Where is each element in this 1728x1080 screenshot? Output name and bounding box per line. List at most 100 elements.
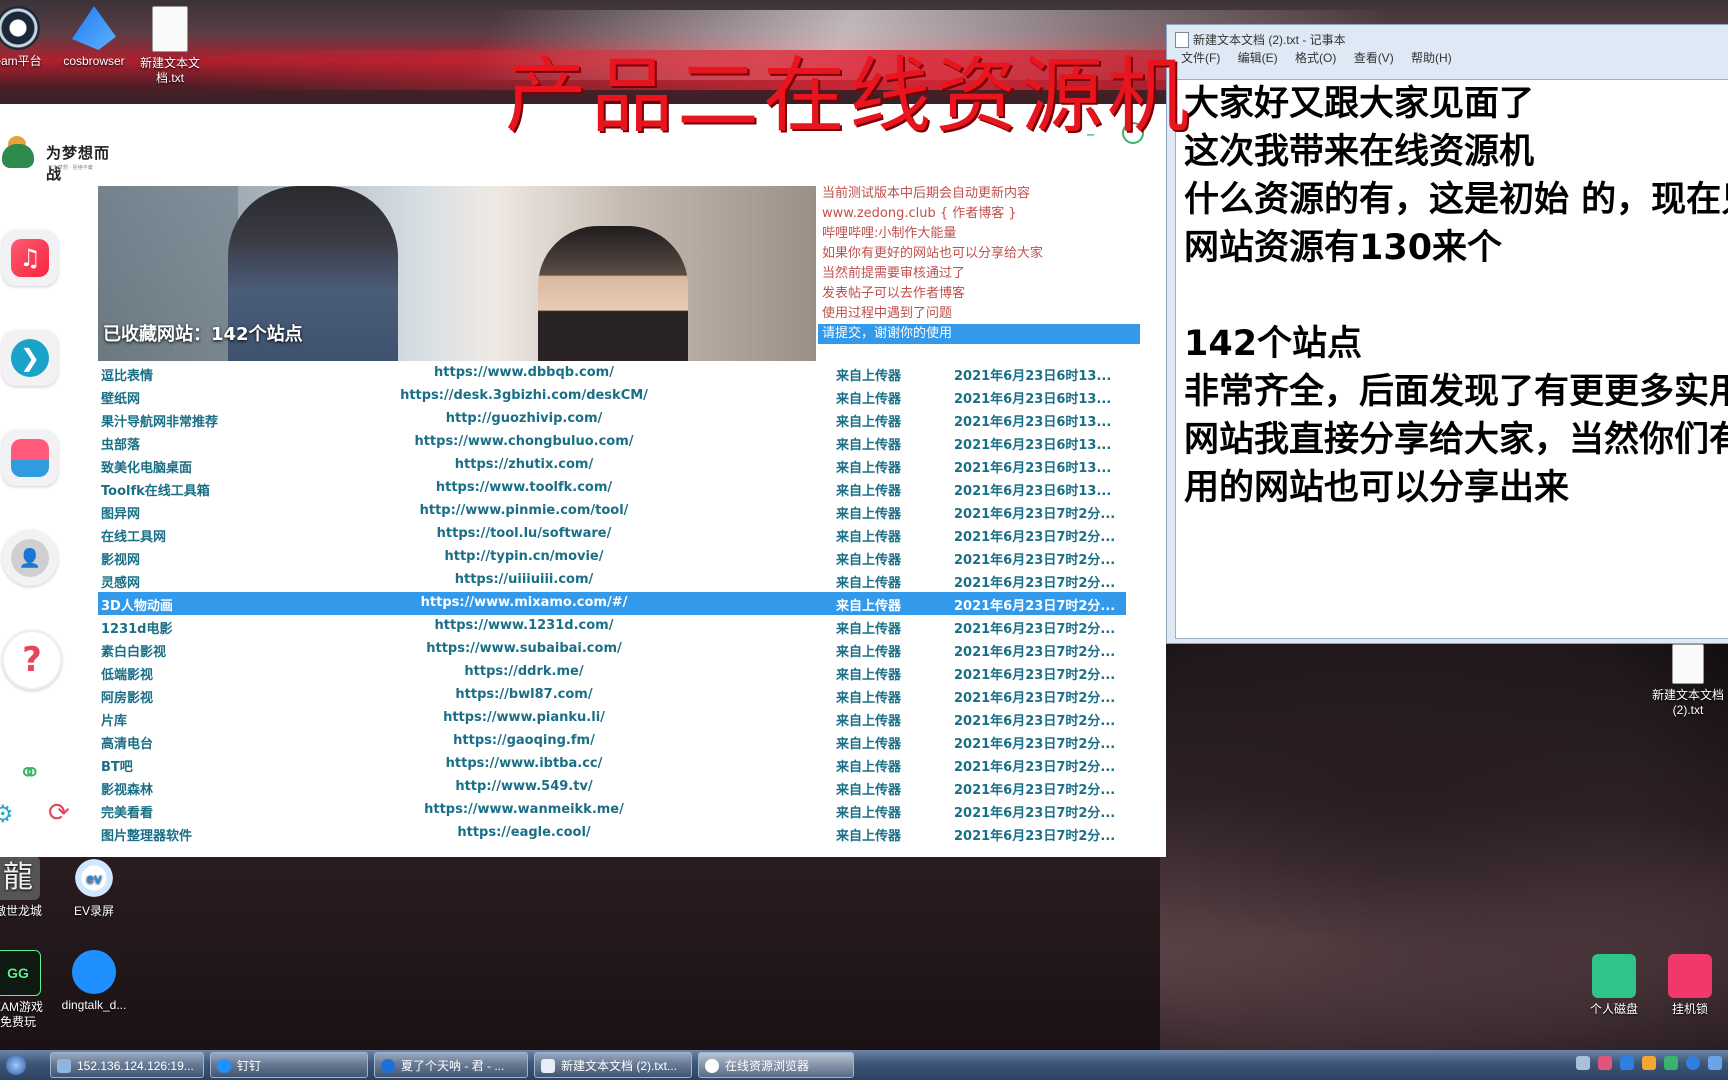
taskbar-item-label: 在线资源浏览器 [725,1059,810,1073]
menu-view[interactable]: 查看(V) [1354,51,1394,65]
table-row[interactable]: 致美化电脑桌面 https://zhutix.com/来自上传器 2021年6月23… [98,454,1128,477]
sidebar-inbox[interactable] [2,430,58,486]
game-icon: 龍 [0,856,40,900]
table-row[interactable]: 果汁导航网非常推荐 http://guozhivip.com/来自上传器 2021年… [98,408,1128,431]
refresh-icon[interactable]: ⟳ [48,798,70,828]
site-time: 2021年6月23日6时13... [954,461,1112,476]
settings-icon[interactable]: ⚙ [0,800,14,828]
site-name: 片库 [101,714,128,729]
site-url: https://bwl87.com/ [455,687,593,702]
desktop-icon-label: cosbrowser [63,54,125,68]
site-time: 2021年6月23日7时2分... [954,622,1116,637]
table-row[interactable]: 影视网 http://typin.cn/movie/来自上传器 2021年6月23日… [98,546,1128,569]
desktop-icon-game-platform[interactable]: GG EAM游戏免费玩 [0,950,58,1030]
site-source: 来自上传器 [836,553,902,568]
table-row[interactable]: 阿房影视 https://bwl87.com/来自上传器 2021年6月23日7时2… [98,684,1128,707]
site-name: 图片整理器软件 [101,829,193,844]
taskbar-item-notepad[interactable]: 新建文本文档 (2).txt... [534,1052,692,1078]
taskbar: 152.136.124.126:19... 钉钉 夏了个天呐 - 君 - ...… [0,1050,1728,1080]
wechat-icon[interactable] [1664,1056,1678,1070]
table-row[interactable]: 素白白影视 https://www.subaibai.com/来自上传器 2021年… [98,638,1128,661]
taskbar-item-dingtalk[interactable]: 钉钉 [210,1052,368,1078]
table-row[interactable]: 3D人物动画 https://www.mixamo.com/#/ 来自上传器 2021… [98,592,1126,615]
desktop-icon-steam[interactable]: eam平台 [0,6,58,69]
dingtalk-icon [72,950,116,994]
desktop-icon-lock[interactable]: 挂机锁 [1650,954,1728,1017]
sidebar-help[interactable]: ? [2,630,62,690]
share-icon[interactable]: ⚭ [18,756,41,789]
desktop-icon-label: eam平台 [0,54,42,68]
site-url: https://desk.3gbizhi.com/deskCM/ [400,388,648,403]
notice-list: 当前测试版本中后期会自动更新内容 www.zedong.club { 作者博客 … [818,184,1140,344]
network-icon[interactable] [1708,1056,1722,1070]
sidebar-music[interactable]: ♫ [2,230,58,286]
site-time: 2021年6月23日7时2分... [954,553,1116,568]
desktop-icon-dingtalk[interactable]: dingtalk_d... [54,950,134,1013]
shield-icon[interactable] [1620,1056,1634,1070]
qq-icon[interactable] [1642,1056,1656,1070]
menu-format[interactable]: 格式(O) [1295,51,1336,65]
menu-edit[interactable]: 编辑(E) [1238,51,1278,65]
site-url: https://www.pianku.li/ [443,710,605,725]
notice-line[interactable]: 当然前提需要审核通过了 [818,264,1140,284]
table-row[interactable]: 完美看看 https://www.wanmeikk.me/来自上传器 2021年6月… [98,799,1128,822]
tray-app-icon[interactable] [1598,1056,1612,1070]
desktop-icon-text-file-2[interactable]: 新建文本文档 (2).txt [1648,644,1728,718]
menu-help[interactable]: 帮助(H) [1411,51,1452,65]
table-row[interactable]: 影视森林 http://www.549.tv/来自上传器 2021年6月23日7时2… [98,776,1128,799]
site-source: 来自上传器 [836,484,902,499]
site-time: 2021年6月23日7时2分... [954,599,1116,614]
kugou-tray-icon[interactable] [1686,1056,1700,1070]
site-url: https://ddrk.me/ [464,664,584,679]
table-row[interactable]: 壁纸网 https://desk.3gbizhi.com/deskCM/来自上传器… [98,385,1128,408]
table-row[interactable]: Toolfk在线工具箱 https://www.toolfk.com/来自上传器 2… [98,477,1128,500]
table-row[interactable]: BT吧 https://www.ibtba.cc/来自上传器 2021年6月23日7… [98,753,1128,776]
site-name: 完美看看 [101,806,154,821]
table-row[interactable]: 逗比表情 https://www.dbbqb.com/来自上传器 2021年6月23… [98,362,1128,385]
notepad-text-area[interactable]: 大家好又跟大家见面了 这次我带来在线资源机 什么资源的有，这是初始 的，现在只 网站资… [1175,79,1728,639]
desktop-icon-disk[interactable]: 个人磁盘 [1574,954,1654,1017]
sidebar-play[interactable]: ❯ [2,330,58,386]
table-row[interactable]: 低端影视 https://ddrk.me/来自上传器 2021年6月23日7时2分.… [98,661,1128,684]
site-table: 逗比表情 https://www.dbbqb.com/来自上传器 2021年6月23… [98,362,1128,935]
text-file-icon [1672,644,1704,684]
table-row[interactable]: 虫部落 https://www.chongbuluo.com/来自上传器 2021年… [98,431,1128,454]
desktop-icon-cosbrowser[interactable]: cosbrowser [54,6,134,69]
site-url: https://www.wanmeikk.me/ [424,802,624,817]
user-icon: 👤 [11,539,49,577]
notice-line[interactable]: 如果你有更好的网站也可以分享给大家 [818,244,1140,264]
table-row[interactable]: 图异网 http://www.pinmie.com/tool/来自上传器 2021年… [98,500,1128,523]
notice-line-selected[interactable]: 请提交，谢谢你的使用 [818,324,1140,344]
notice-line[interactable]: 当前测试版本中后期会自动更新内容 [818,184,1140,204]
disk-icon [1592,954,1636,998]
table-row[interactable]: 高清电台 https://gaoqing.fm/来自上传器 2021年6月23日7时… [98,730,1128,753]
music-icon: ♫ [11,239,49,277]
table-row[interactable]: 在线工具网 https://tool.lu/software/来自上传器 2021年… [98,523,1128,546]
notepad-line: 用的网站也可以分享出来 [1184,468,1570,508]
taskbar-item-kugou[interactable]: 夏了个天呐 - 君 - ... [374,1052,528,1078]
site-name: 逗比表情 [101,369,154,384]
table-row[interactable]: 1231d电影 https://www.1231d.com/来自上传器 2021年6… [98,615,1128,638]
notice-line[interactable]: 使用过程中遇到了问题 [818,304,1140,324]
site-source: 来自上传器 [836,668,902,683]
keyboard-icon[interactable] [1576,1056,1590,1070]
site-source: 来自上传器 [836,461,902,476]
notice-line[interactable]: 哔哩哔哩:小制作大能量 [818,224,1140,244]
desktop-icon-label: 新建文本文档.txt [139,56,200,85]
desktop-icon-text-file[interactable]: 新建文本文档.txt [130,6,210,86]
desktop-icon-label: 新建文本文档 (2).txt [1651,688,1724,717]
table-row[interactable]: 片库 https://www.pianku.li/来自上传器 2021年6月23日7… [98,707,1128,730]
site-url: http://typin.cn/movie/ [444,549,604,564]
table-row[interactable]: 图片整理器软件 https://eagle.cool/来自上传器 2021年6月23… [98,822,1128,845]
start-button[interactable] [6,1055,26,1075]
video-overlay-title: 产品二在线资源机 [505,49,1194,144]
taskbar-item-resource-browser[interactable]: 在线资源浏览器 [698,1052,854,1078]
taskbar-item-remote[interactable]: 152.136.124.126:19... [50,1052,204,1078]
table-row[interactable]: 灵感网 https://uiiiuiii.com/来自上传器 2021年6月23日7… [98,569,1128,592]
desktop-icon-game[interactable]: 龍 傲世龙城 [0,856,58,919]
notice-line[interactable]: www.zedong.club { 作者博客 } [818,204,1140,224]
site-source: 来自上传器 [836,415,902,430]
sidebar-user[interactable]: 👤 [2,530,58,586]
notepad-line: 大家好又跟大家见面了 [1184,84,1535,124]
notice-line[interactable]: 发表帖子可以去作者博客 [818,284,1140,304]
